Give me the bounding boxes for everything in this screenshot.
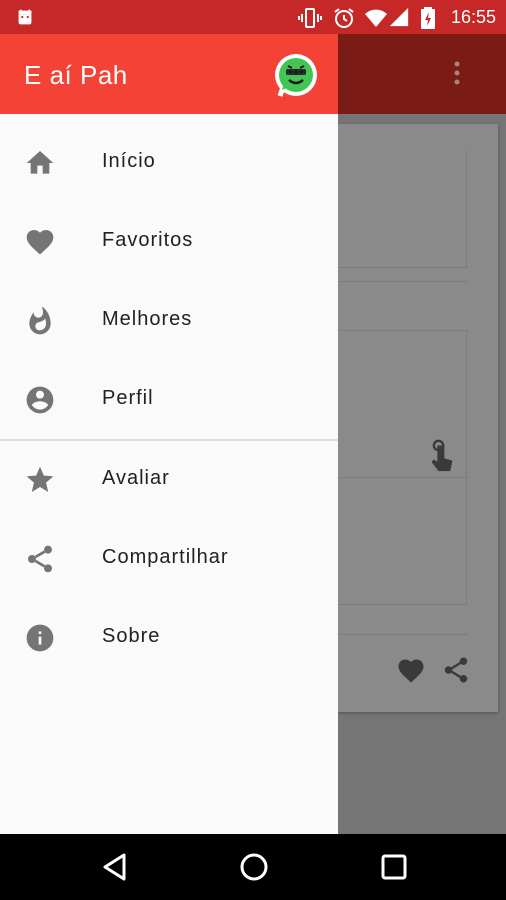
menu-item-avaliar[interactable]: Avaliar [0, 441, 338, 519]
menu-item-label: Melhores [102, 308, 193, 330]
menu-item-label: Sobre [102, 625, 161, 647]
back-icon[interactable] [100, 851, 130, 883]
heart-icon [26, 230, 54, 255]
menu-item-melhores[interactable]: Melhores [0, 282, 338, 360]
drawer-header: E aí Pah [0, 34, 338, 114]
battery-charging-icon [421, 7, 435, 29]
menu-item-compartilhar[interactable]: Compartilhar [0, 520, 338, 598]
vibrate-icon [298, 8, 322, 28]
menu-item-label: Início [102, 150, 156, 172]
account-circle-icon [26, 386, 54, 414]
android-icon [18, 9, 32, 25]
signal-icon [389, 7, 409, 27]
fire-icon [29, 306, 51, 335]
whatsapp-logo-icon [275, 54, 317, 97]
menu-item-sobre[interactable]: Sobre [0, 599, 338, 677]
menu-item-perfil[interactable]: Perfil [0, 361, 338, 439]
star-icon [26, 466, 54, 492]
menu-item-label: Favoritos [102, 229, 194, 251]
status-time: 16:55 [450, 7, 496, 27]
home-button-icon[interactable] [238, 851, 270, 883]
share-icon[interactable] [441, 654, 471, 686]
menu-item-label: Compartilhar [102, 546, 229, 568]
navigation-drawer: E aí Pah Início Favoritos Melhores Perfi… [0, 34, 338, 834]
menu-item-label: Avaliar [102, 467, 170, 489]
more-vert-icon[interactable] [452, 60, 462, 88]
drawer-title: E aí Pah [24, 60, 128, 90]
info-icon [26, 624, 54, 652]
home-icon [26, 151, 54, 174]
background-toolbar [338, 34, 506, 114]
menu-item-favoritos[interactable]: Favoritos [0, 203, 338, 281]
share-icon [28, 545, 52, 573]
system-navigation-bar [0, 834, 506, 900]
touch-icon [431, 439, 453, 472]
recents-icon[interactable] [380, 851, 408, 883]
background-card [338, 124, 498, 712]
status-bar: 16:55 [0, 0, 506, 34]
wifi-icon [365, 9, 387, 27]
heart-icon[interactable] [396, 656, 426, 684]
menu-item-inicio[interactable]: Início [0, 124, 338, 202]
menu-item-label: Perfil [102, 387, 154, 409]
alarm-icon [334, 8, 354, 28]
